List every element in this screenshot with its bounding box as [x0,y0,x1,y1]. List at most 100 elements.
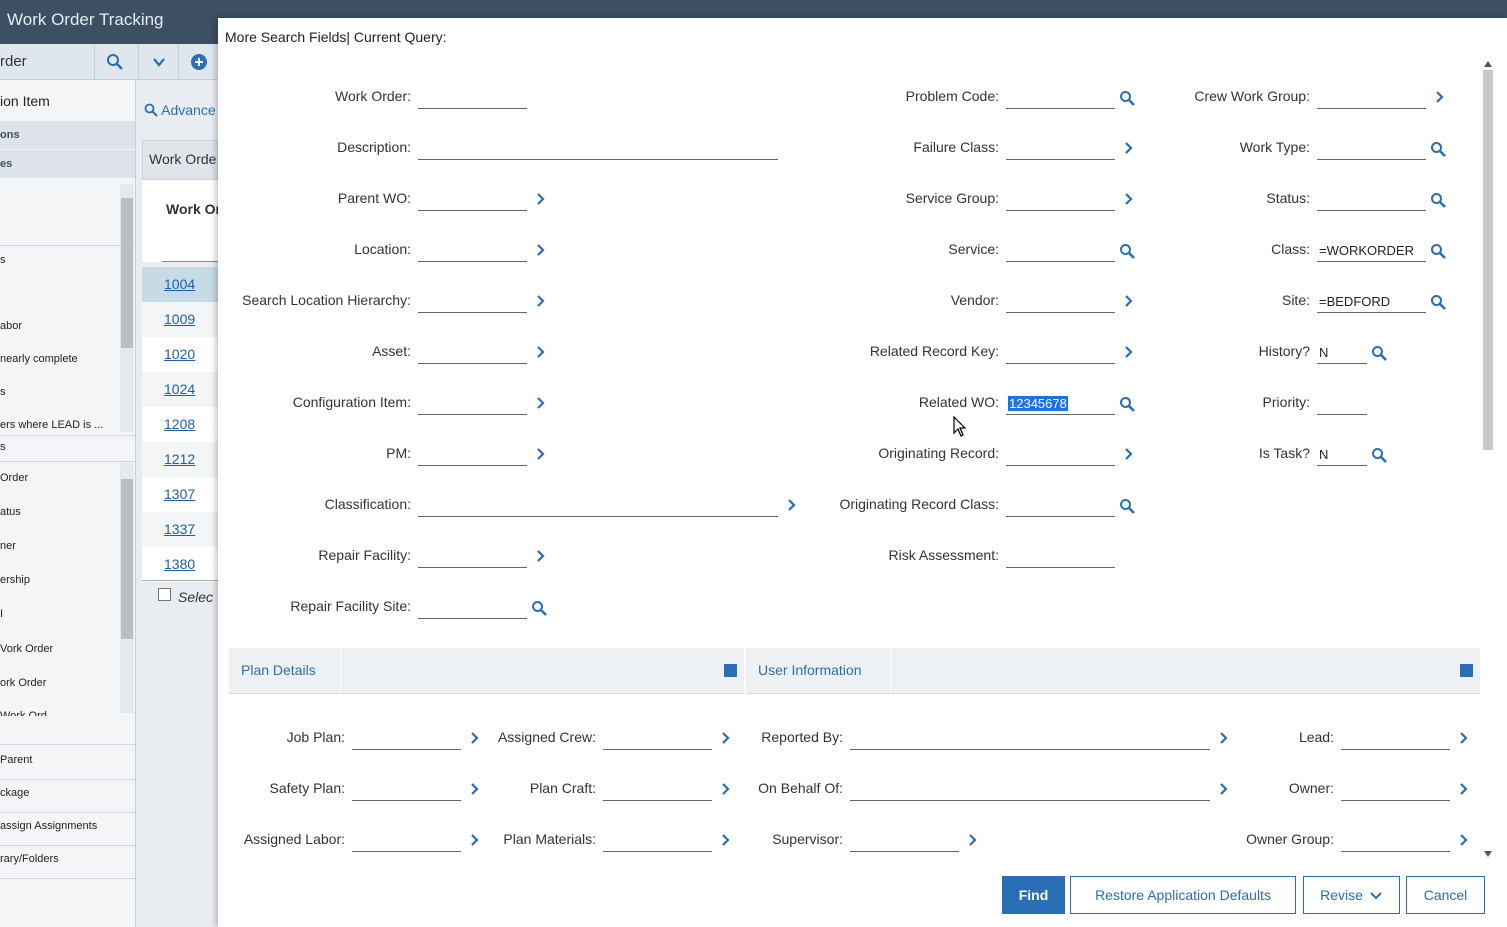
search-field-input[interactable] [418,444,527,466]
search-field-input[interactable] [1006,444,1115,466]
search-icon[interactable] [1430,192,1446,208]
chevron-right-icon[interactable] [1456,731,1472,747]
search-field-input[interactable] [1317,87,1426,109]
action-item[interactable]: ner [0,540,120,552]
action-item[interactable]: Vork Order [0,643,120,655]
search-field-input[interactable] [850,830,959,852]
query-item[interactable]: nearly complete [0,353,120,365]
work-order-link[interactable]: 1380 [164,556,195,572]
search-field-input[interactable] [1006,87,1115,109]
search-field-input[interactable] [1006,189,1115,211]
action-item[interactable]: ork Order [0,677,120,689]
search-field-input[interactable] [352,779,461,801]
chevron-right-icon[interactable] [533,192,549,208]
find-button[interactable]: Find [1002,876,1065,914]
search-field-input[interactable] [1006,240,1115,262]
search-field-input[interactable] [1317,138,1426,160]
search-field-input[interactable] [418,240,527,262]
search-field-input[interactable] [1341,830,1450,852]
search-field-input[interactable] [1006,291,1115,313]
queries-scrollbar[interactable] [120,184,134,432]
action-item[interactable]: ckage [0,787,120,799]
chevron-right-icon[interactable] [533,549,549,565]
work-order-link[interactable]: 1020 [164,346,195,362]
chevron-right-icon[interactable] [1121,192,1137,208]
chevron-right-icon[interactable] [1121,345,1137,361]
action-item[interactable]: I [0,608,120,620]
search-icon[interactable] [1430,243,1446,259]
action-item[interactable]: Parent [0,754,120,766]
work-order-link[interactable]: 1024 [164,381,195,397]
user-information-section-header[interactable]: User Information [746,648,1480,694]
scroll-down-icon[interactable] [1483,850,1493,858]
search-field-input[interactable] [1006,138,1115,160]
list-tab[interactable]: Work Orde [142,140,218,180]
chevron-right-icon[interactable] [1121,141,1137,157]
scrollbar-thumb[interactable] [1483,70,1493,450]
work-order-link[interactable]: 1212 [164,451,195,467]
query-item[interactable]: abor [0,320,120,332]
search-field-input[interactable] [418,138,778,160]
search-field-input[interactable] [1341,779,1450,801]
search-icon[interactable] [1371,447,1387,463]
action-item[interactable]: assign Assignments [0,820,120,832]
column-header[interactable]: Work Or [166,201,218,217]
select-checkbox[interactable] [158,588,171,601]
chevron-right-icon[interactable] [1121,294,1137,310]
search-field-input[interactable] [1341,728,1450,750]
collapse-section-icon[interactable] [1460,664,1473,677]
search-field-input[interactable]: N [1317,342,1367,364]
actions-scrollbar[interactable] [120,463,134,713]
search-field-input[interactable] [603,779,712,801]
search-field-input[interactable] [603,830,712,852]
search-input[interactable]: rder [0,53,27,70]
work-order-link[interactable]: 1208 [164,416,195,432]
search-field-input[interactable] [1006,342,1115,364]
search-field-input[interactable]: N [1317,444,1367,466]
action-item[interactable]: ership [0,574,120,586]
chevron-right-icon[interactable] [533,294,549,310]
advanced-search-link[interactable]: Advance [144,102,216,118]
search-field-input[interactable]: =BEDFORD [1317,291,1426,313]
nav-section-header[interactable]: ons [0,121,135,149]
nav-item-top[interactable]: ion Item [0,93,120,109]
search-field-input[interactable] [850,728,1210,750]
query-item[interactable]: s [0,386,120,398]
action-item[interactable]: Order [0,472,120,484]
action-item[interactable]: Work Ord... [0,710,120,716]
revise-button[interactable]: Revise [1303,876,1400,914]
chevron-right-icon[interactable] [533,345,549,361]
search-field-input[interactable] [1006,546,1115,568]
search-field-input[interactable] [418,291,527,313]
search-icon[interactable] [1430,141,1446,157]
scroll-up-icon[interactable] [1483,60,1493,68]
chevron-right-icon[interactable] [784,498,800,514]
search-field-input[interactable] [352,830,461,852]
chevron-right-icon[interactable] [1456,833,1472,849]
work-order-link[interactable]: 1307 [164,486,195,502]
chevron-right-icon[interactable] [467,731,483,747]
cancel-button[interactable]: Cancel [1406,876,1485,914]
search-field-input[interactable] [418,87,527,109]
dropdown-button[interactable] [138,44,178,80]
work-order-link[interactable]: 1004 [164,276,195,292]
search-field-input[interactable] [418,189,527,211]
chevron-right-icon[interactable] [1216,731,1232,747]
nav-section-header[interactable]: s [0,441,120,453]
search-field-input[interactable] [1006,495,1115,517]
search-field-input[interactable] [850,779,1210,801]
chevron-right-icon[interactable] [467,833,483,849]
search-field-input[interactable] [418,393,527,415]
search-field-input[interactable] [418,546,527,568]
chevron-right-icon[interactable] [1216,782,1232,798]
search-field-input[interactable] [603,728,712,750]
restore-defaults-button[interactable]: Restore Application Defaults [1070,876,1296,914]
chevron-right-icon[interactable] [965,833,981,849]
search-field-input[interactable] [1317,189,1426,211]
search-icon[interactable] [1119,498,1135,514]
work-order-link[interactable]: 1009 [164,311,195,327]
chevron-right-icon[interactable] [1432,90,1448,106]
chevron-right-icon[interactable] [467,782,483,798]
add-button[interactable] [178,44,218,80]
search-field-input[interactable]: =WORKORDER [1317,240,1426,262]
